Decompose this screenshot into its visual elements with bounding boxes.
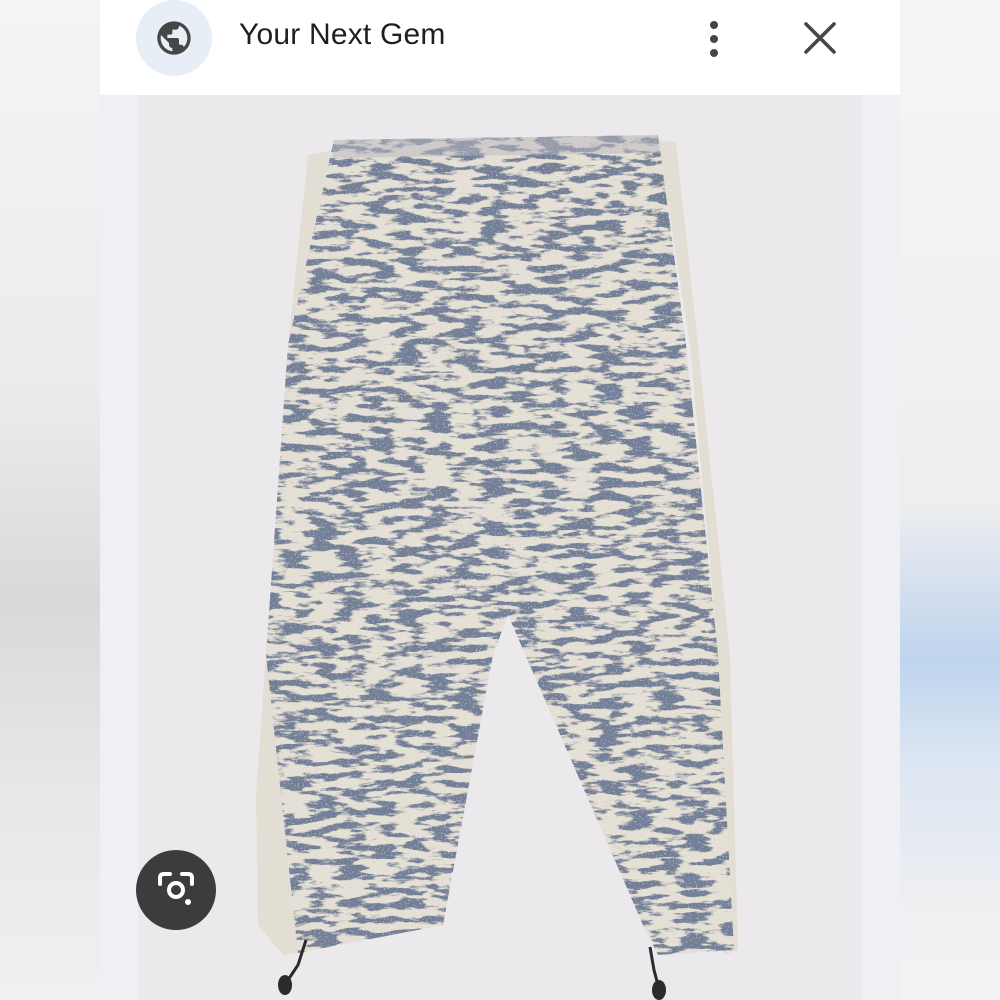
more-options-button[interactable] bbox=[696, 14, 732, 62]
more-vertical-icon bbox=[710, 21, 718, 57]
product-image[interactable] bbox=[138, 95, 862, 1000]
image-preview-area bbox=[100, 95, 900, 1000]
globe-icon bbox=[157, 21, 191, 55]
page-title: Your Next Gem bbox=[239, 18, 446, 51]
close-icon bbox=[804, 22, 836, 54]
blurred-backdrop-left bbox=[0, 0, 100, 1000]
blurred-backdrop-right bbox=[900, 0, 1000, 1000]
site-icon-button[interactable] bbox=[136, 0, 212, 76]
close-button[interactable] bbox=[796, 14, 844, 62]
knit-pants-illustration bbox=[256, 135, 738, 1000]
preview-sheet: Your Next Gem bbox=[100, 0, 900, 1000]
lens-search-icon bbox=[158, 872, 194, 905]
sheet-header: Your Next Gem bbox=[100, 0, 900, 95]
visual-search-button[interactable] bbox=[136, 850, 216, 930]
